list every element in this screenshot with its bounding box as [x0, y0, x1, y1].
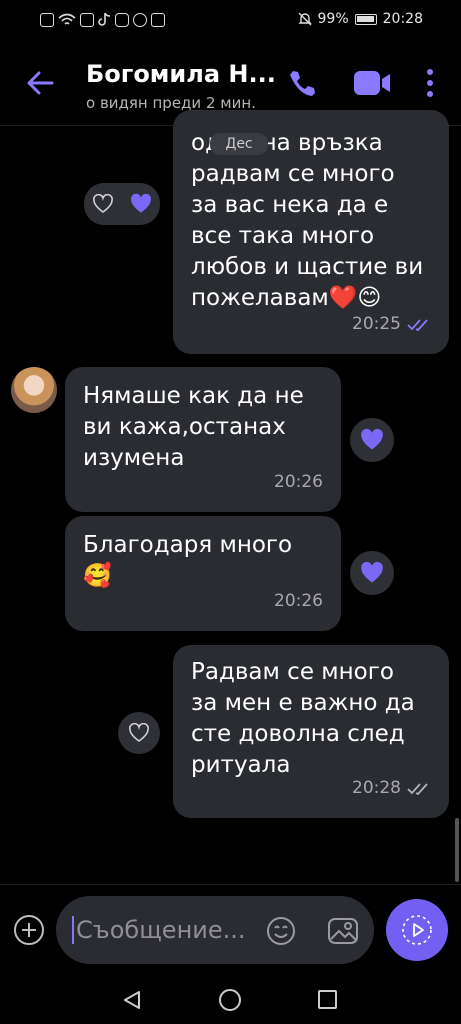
message-time: 20:28 [352, 773, 431, 804]
heart-outline-icon [129, 723, 149, 742]
contact-name[interactable]: Богомила Н... [86, 60, 276, 88]
viber-icon [133, 12, 147, 27]
message-placeholder: Съобщение... [76, 916, 246, 944]
voice-message-icon [402, 915, 432, 945]
heart-filled-icon [361, 561, 383, 583]
sticker-icon[interactable] [327, 915, 359, 947]
message-time: 20:25 [352, 309, 431, 340]
add-attachment-icon[interactable] [14, 915, 44, 945]
nav-back-icon[interactable] [122, 990, 142, 1010]
wifi-icon [58, 13, 76, 25]
reaction-bar[interactable] [84, 183, 160, 225]
nav-home-icon[interactable] [219, 989, 241, 1011]
quote-label[interactable]: Дес [210, 133, 268, 155]
system-nav-bar [0, 974, 461, 1024]
back-arrow-icon[interactable] [26, 70, 54, 96]
battery-percent: 99% [317, 11, 349, 27]
reaction-button[interactable] [350, 418, 394, 462]
emoji-icon[interactable] [266, 916, 296, 946]
double-check-icon [407, 318, 428, 331]
send-button[interactable] [386, 899, 448, 961]
incoming-message[interactable]: Благодаря много 🥰 20:26 [65, 516, 341, 631]
message-text: Радвам се много за мен е важно да сте до… [191, 659, 415, 778]
more-options-icon[interactable] [425, 68, 435, 98]
heart-filled-icon[interactable] [129, 193, 153, 215]
battery-icon [354, 13, 377, 25]
reaction-button[interactable] [118, 712, 160, 754]
instagram-icon [115, 12, 129, 27]
message-text: Нямаше как да не ви кажа,останах изумена [83, 383, 304, 471]
call-icon[interactable] [287, 68, 317, 98]
avatar[interactable] [11, 367, 57, 413]
heart-outline-icon[interactable] [92, 194, 114, 214]
video-call-icon[interactable] [352, 68, 392, 98]
double-check-icon [407, 782, 428, 795]
message-time: 20:26 [274, 591, 323, 611]
message-time: 20:26 [274, 472, 323, 492]
reaction-button[interactable] [350, 551, 394, 595]
composer: Съобщение... [0, 884, 461, 974]
scrollbar[interactable] [455, 818, 459, 882]
nav-recents-icon[interactable] [318, 990, 337, 1009]
text-caret [72, 916, 74, 944]
mail-icon [80, 12, 94, 27]
message-text: Благодаря много 🥰 [83, 532, 293, 589]
status-bar: 99% 20:28 [0, 0, 461, 44]
mute-icon [297, 12, 312, 26]
notification-icons [40, 12, 165, 27]
outgoing-message[interactable]: Радвам се много за мен е важно да сте до… [173, 645, 449, 818]
message-text: одрстна връзка радвам се много за вас не… [191, 130, 424, 311]
tiktok-icon [98, 12, 111, 26]
system-status: 99% 20:28 [297, 11, 423, 27]
clock: 20:28 [382, 11, 423, 27]
incoming-message[interactable]: Нямаше как да не ви кажа,останах изумена… [65, 367, 341, 512]
sim-icon [40, 12, 54, 27]
heart-filled-icon [361, 428, 383, 450]
gmail-icon [151, 12, 165, 27]
